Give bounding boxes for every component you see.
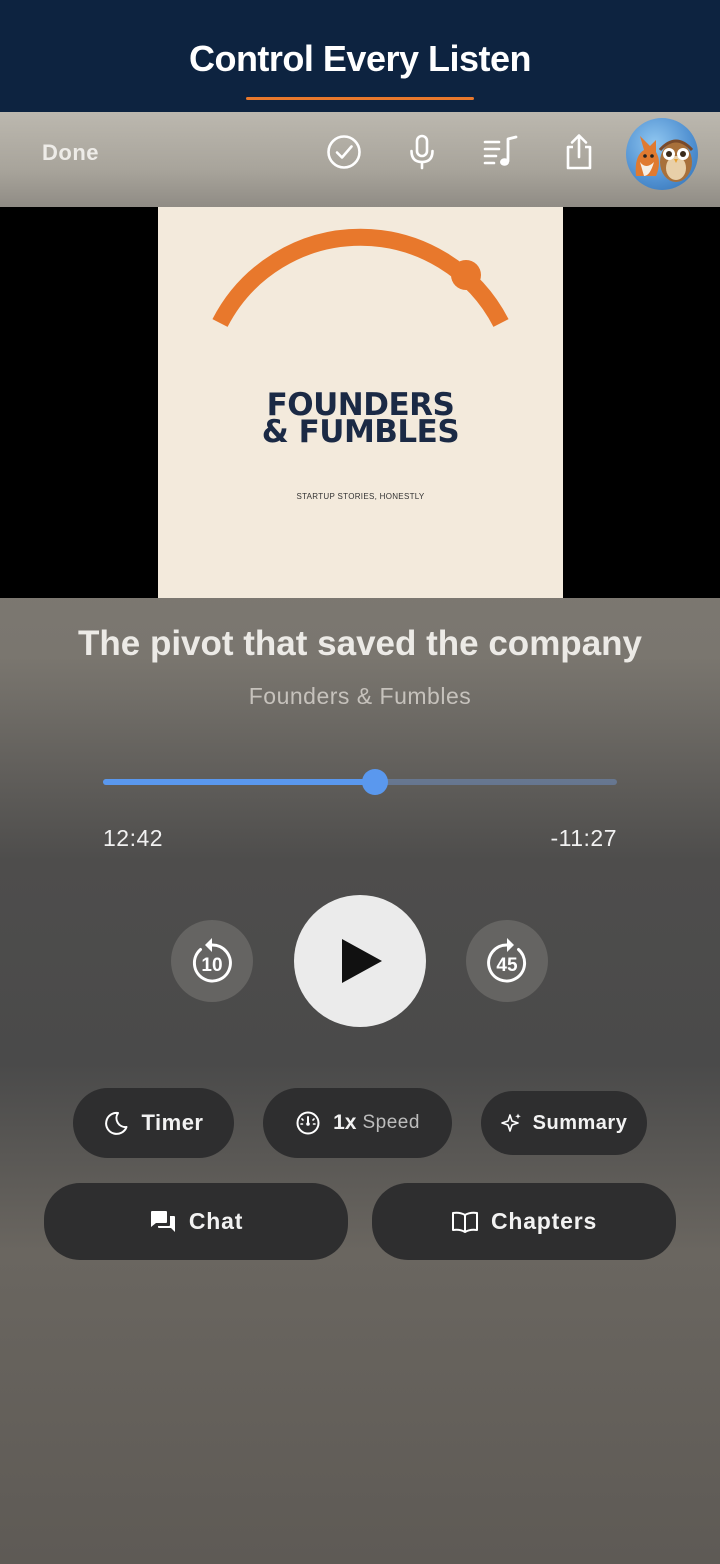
- avatar[interactable]: [626, 118, 698, 190]
- speed-label: Speed: [362, 1112, 420, 1133]
- play-icon: [342, 939, 382, 983]
- done-button[interactable]: Done: [42, 140, 99, 166]
- microphone-icon[interactable]: [400, 130, 444, 174]
- summary-label: Summary: [532, 1111, 628, 1134]
- timer-button[interactable]: Timer: [73, 1088, 234, 1158]
- speed-button[interactable]: 1x Speed: [263, 1088, 452, 1158]
- show-name[interactable]: Founders & Fumbles: [0, 683, 720, 710]
- timer-label: Timer: [141, 1110, 204, 1135]
- queue-music-icon[interactable]: [479, 130, 523, 174]
- promo-title: Control Every Listen: [188, 38, 532, 79]
- chapters-button[interactable]: Chapters: [372, 1183, 676, 1260]
- artwork-title-line2: & FUMBLES: [261, 414, 460, 450]
- skip-forward-icon: 45: [487, 938, 527, 983]
- summary-button[interactable]: Summary: [481, 1091, 647, 1155]
- checkmark-circle-icon[interactable]: [322, 130, 366, 174]
- play-button[interactable]: [294, 895, 426, 1027]
- artwork-subtitle: STARTUP STORIES, HONESTLY: [296, 492, 425, 501]
- promo-underline: [246, 97, 474, 100]
- progress-fill: [103, 779, 375, 785]
- speed-value: 1x: [333, 1111, 357, 1134]
- chat-button[interactable]: Chat: [44, 1183, 348, 1260]
- skip-forward-seconds: 45: [496, 955, 518, 976]
- progress-thumb[interactable]: [362, 769, 388, 795]
- open-book-icon: [451, 1211, 478, 1233]
- podcast-artwork: FOUNDERS & FUMBLES STARTUP STORIES, HONE…: [158, 207, 563, 598]
- skip-back-button[interactable]: 10: [171, 920, 253, 1002]
- progress-track[interactable]: [103, 779, 617, 785]
- chat-bubbles-icon: [150, 1210, 175, 1232]
- share-icon[interactable]: [557, 130, 601, 174]
- skip-back-seconds: 10: [201, 955, 222, 976]
- remaining-time: -11:27: [550, 825, 617, 851]
- chat-label: Chat: [188, 1208, 244, 1234]
- sparkle-icon: [500, 1113, 521, 1132]
- chapters-label: Chapters: [490, 1208, 598, 1234]
- moon-icon: [105, 1111, 128, 1135]
- skip-forward-button[interactable]: 45: [466, 920, 548, 1002]
- elapsed-time: 12:42: [103, 825, 164, 851]
- episode-title: The pivot that saved the company: [78, 624, 642, 663]
- skip-back-icon: 10: [192, 938, 232, 983]
- speedometer-icon: [296, 1111, 320, 1135]
